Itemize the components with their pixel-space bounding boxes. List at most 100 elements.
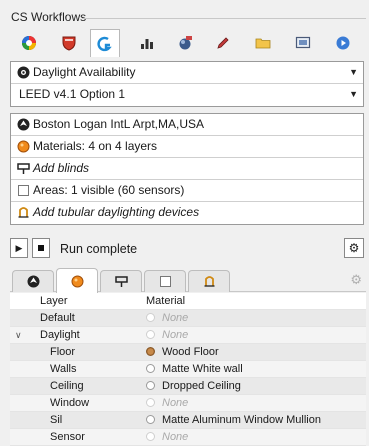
stop-icon bbox=[38, 245, 44, 251]
material-column-header: Material bbox=[146, 295, 186, 307]
table-header: Layer Material bbox=[10, 293, 366, 310]
chevron-down-icon: ▼ bbox=[349, 67, 358, 77]
daylight-metric-icon bbox=[17, 66, 30, 79]
tdd-icon bbox=[17, 206, 30, 219]
blinds-icon bbox=[17, 162, 30, 175]
material-cell[interactable]: Wood Floor bbox=[146, 344, 364, 361]
material-swatch bbox=[146, 364, 155, 373]
material-cell[interactable]: Matte White wall bbox=[146, 361, 364, 378]
daylight-icon[interactable] bbox=[14, 30, 44, 56]
material-swatch bbox=[146, 381, 155, 390]
material-swatch bbox=[146, 432, 155, 441]
play-icon[interactable] bbox=[328, 30, 358, 56]
table-row[interactable]: Ceiling Dropped Ceiling bbox=[10, 378, 366, 395]
metric-selector-box: Daylight Availability ▼ LEED v4.1 Option… bbox=[10, 61, 364, 107]
table-row[interactable]: Walls Matte White wall bbox=[10, 361, 366, 378]
table-row[interactable]: Floor Wood Floor bbox=[10, 344, 366, 361]
areas-icon bbox=[17, 184, 30, 197]
layer-name: Sil bbox=[50, 414, 63, 426]
workflow-toolbar bbox=[10, 29, 366, 57]
layer-name: Sensor bbox=[50, 431, 85, 443]
table-row[interactable]: Default None bbox=[10, 310, 366, 327]
material-cell[interactable]: Dropped Ceiling bbox=[146, 378, 364, 395]
layer-name: Default bbox=[40, 312, 75, 324]
material-swatch bbox=[146, 330, 155, 339]
layer-column-header: Layer bbox=[40, 295, 68, 307]
location-icon bbox=[17, 118, 30, 131]
location-icon bbox=[27, 275, 39, 288]
material-cell[interactable]: Matte Aluminum Window Mullion bbox=[146, 412, 364, 429]
layer-name: Window bbox=[50, 397, 90, 409]
material-name: None bbox=[162, 329, 189, 341]
chevron-down-icon[interactable]: ∨ bbox=[15, 327, 22, 344]
areas-text: Areas: 1 visible (60 sensors) bbox=[33, 183, 185, 197]
gear-icon: ⚙ bbox=[348, 241, 360, 255]
tab-blinds[interactable] bbox=[100, 270, 142, 292]
layer-name: Walls bbox=[50, 363, 77, 375]
materials-icon bbox=[71, 275, 83, 287]
blinds-text: Add blinds bbox=[33, 161, 90, 175]
tdd-item[interactable]: Add tubular daylighting devices bbox=[11, 202, 363, 224]
run-settings-button[interactable]: ⚙ bbox=[344, 238, 364, 258]
tab-materials[interactable] bbox=[56, 268, 98, 293]
location-item[interactable]: Boston Logan IntL Arpt,MA,USA bbox=[11, 114, 363, 136]
layer-name: Daylight bbox=[40, 329, 80, 341]
material-cell[interactable]: None bbox=[146, 310, 364, 327]
material-swatch bbox=[146, 398, 155, 407]
cs-workflows-panel: CS Workflows Daylight Availability ▼ LEE… bbox=[10, 6, 366, 446]
standard-dropdown[interactable]: LEED v4.1 Option 1 ▼ bbox=[11, 84, 363, 106]
bar-chart-icon[interactable] bbox=[132, 30, 162, 56]
tab-tdd[interactable] bbox=[188, 270, 230, 292]
table-row[interactable]: Sil Matte Aluminum Window Mullion bbox=[10, 412, 366, 429]
metric-name: Daylight Availability bbox=[33, 65, 136, 79]
panel-title: CS Workflows bbox=[10, 6, 366, 28]
run-status: Run complete bbox=[60, 242, 138, 256]
play-icon: ▶ bbox=[15, 242, 23, 253]
settings-tabs: ⚙ bbox=[10, 266, 366, 293]
material-cell[interactable]: None bbox=[146, 429, 364, 446]
material-cell[interactable]: None bbox=[146, 327, 364, 344]
material-swatch bbox=[146, 347, 155, 356]
material-name: Wood Floor bbox=[162, 346, 219, 358]
stop-button[interactable] bbox=[32, 238, 50, 258]
table-row[interactable]: Sensor None bbox=[10, 429, 366, 446]
tdd-icon bbox=[204, 276, 214, 287]
metric-dropdown[interactable]: Daylight Availability ▼ bbox=[11, 62, 363, 84]
layer-name: Floor bbox=[50, 346, 76, 358]
gear-icon[interactable]: ⚙ bbox=[350, 272, 362, 288]
material-name: Matte Aluminum Window Mullion bbox=[162, 414, 321, 426]
tdd-text: Add tubular daylighting devices bbox=[33, 205, 200, 219]
render-icon[interactable] bbox=[170, 30, 200, 56]
table-row[interactable]: Window None bbox=[10, 395, 366, 412]
materials-item[interactable]: Materials: 4 on 4 layers bbox=[11, 136, 363, 158]
run-button[interactable]: ▶ bbox=[10, 238, 28, 258]
settings-list: Boston Logan IntL Arpt,MA,USA Materials:… bbox=[10, 113, 364, 225]
material-swatch bbox=[146, 313, 155, 322]
analysis-icon[interactable] bbox=[90, 29, 120, 57]
areas-item[interactable]: Areas: 1 visible (60 sensors) bbox=[11, 180, 363, 202]
material-swatch bbox=[146, 415, 155, 424]
materials-text: Materials: 4 on 4 layers bbox=[33, 139, 158, 153]
material-name: Matte White wall bbox=[162, 363, 243, 375]
material-name: Dropped Ceiling bbox=[162, 380, 241, 392]
material-cell[interactable]: None bbox=[146, 395, 364, 412]
run-bar: ▶ Run complete ⚙ bbox=[10, 237, 364, 261]
blinds-item[interactable]: Add blinds bbox=[11, 158, 363, 180]
location-text: Boston Logan IntL Arpt,MA,USA bbox=[33, 117, 204, 131]
edit-icon[interactable] bbox=[208, 30, 238, 56]
materials-icon bbox=[17, 140, 30, 153]
monitor-icon[interactable] bbox=[288, 30, 318, 56]
material-name: None bbox=[162, 431, 189, 443]
tab-location[interactable] bbox=[12, 270, 54, 292]
tab-areas[interactable] bbox=[144, 270, 186, 292]
layer-name: Ceiling bbox=[50, 380, 84, 392]
materials-table: Layer Material Default None ∨ Daylight N… bbox=[10, 293, 366, 446]
shield-icon[interactable] bbox=[54, 30, 84, 56]
folder-icon[interactable] bbox=[248, 30, 278, 56]
material-name: None bbox=[162, 312, 189, 324]
material-name: None bbox=[162, 397, 189, 409]
table-row[interactable]: ∨ Daylight None bbox=[10, 327, 366, 344]
blinds-icon bbox=[114, 276, 128, 287]
chevron-down-icon: ▼ bbox=[349, 89, 358, 99]
areas-icon bbox=[159, 276, 171, 287]
